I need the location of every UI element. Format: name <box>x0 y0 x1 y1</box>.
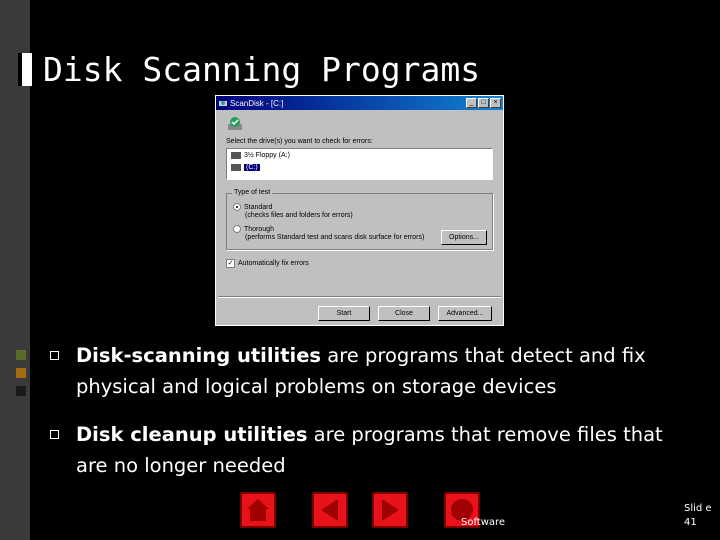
accent-block-green <box>16 350 26 360</box>
dialog-titlebar: ScanDisk - [C:] _ □ × <box>216 96 503 110</box>
minimize-button[interactable]: _ <box>466 98 477 108</box>
autofix-checkbox[interactable]: ✓ <box>226 259 235 268</box>
floppy-drive-icon <box>231 152 241 159</box>
autofix-label: Automatically fix errors <box>238 260 309 267</box>
bullet-square-icon <box>50 430 59 439</box>
dialog-separator <box>218 296 501 298</box>
slide-title: Disk Scanning Programs <box>43 50 481 89</box>
arrow-right-icon <box>382 499 399 521</box>
drive-label: 3½ Floppy (A:) <box>244 152 290 159</box>
slide-number: Slid e 41 <box>684 503 712 528</box>
title-accent-block <box>18 53 32 86</box>
drive-item-floppy[interactable]: 3½ Floppy (A:) <box>231 152 290 159</box>
next-button[interactable] <box>372 492 408 528</box>
accent-block-orange <box>16 368 26 378</box>
arrow-left-icon <box>321 499 338 521</box>
scandisk-dialog: ScanDisk - [C:] _ □ × Select the drive(s… <box>215 95 504 326</box>
drive-item-c[interactable]: (C:) <box>231 164 260 171</box>
radio-button[interactable] <box>233 203 241 211</box>
test-type-group: Type of test Standard (checks files and … <box>226 189 493 250</box>
disk-check-icon <box>228 117 242 130</box>
thorough-radio[interactable]: Thorough <box>233 225 274 233</box>
thorough-description: (performs Standard test and scans disk s… <box>245 234 425 241</box>
maximize-button[interactable]: □ <box>478 98 489 108</box>
thorough-label: Thorough <box>244 225 274 233</box>
drive-list[interactable]: 3½ Floppy (A:) (C:) <box>226 148 493 180</box>
options-button[interactable]: Options... <box>441 230 487 245</box>
standard-label: Standard <box>244 203 273 211</box>
home-button[interactable] <box>240 492 276 528</box>
drive-prompt: Select the drive(s) you want to check fo… <box>226 138 373 145</box>
drive-label: (C:) <box>244 164 260 171</box>
radio-button[interactable] <box>233 225 241 233</box>
bullet-item: Disk cleanup utilities are programs that… <box>44 419 694 481</box>
close-window-button[interactable]: × <box>490 98 501 108</box>
bullet-item: Disk-scanning utilities are programs tha… <box>44 340 694 402</box>
bullet-term: Disk-scanning utilities <box>76 344 322 367</box>
advanced-button[interactable]: Advanced... <box>438 306 492 321</box>
accent-block-dark <box>16 386 26 396</box>
bullet-term: Disk cleanup utilities <box>76 423 308 446</box>
close-button[interactable]: Close <box>378 306 430 321</box>
standard-radio[interactable]: Standard <box>233 203 272 211</box>
scandisk-icon <box>219 101 227 106</box>
bullet-square-icon <box>50 351 59 360</box>
previous-button[interactable] <box>312 492 348 528</box>
standard-description: (checks files and folders for errors) <box>245 212 353 219</box>
hard-drive-icon <box>231 164 241 171</box>
test-type-label: Type of test <box>232 189 273 196</box>
home-icon <box>247 499 269 521</box>
autofix-checkbox-row[interactable]: ✓ Automatically fix errors <box>226 259 309 268</box>
dialog-title: ScanDisk - [C:] <box>230 98 284 108</box>
footer-text: Software <box>461 517 506 528</box>
start-button[interactable]: Start <box>318 306 370 321</box>
bullet-list: Disk-scanning utilities are programs tha… <box>44 340 694 498</box>
